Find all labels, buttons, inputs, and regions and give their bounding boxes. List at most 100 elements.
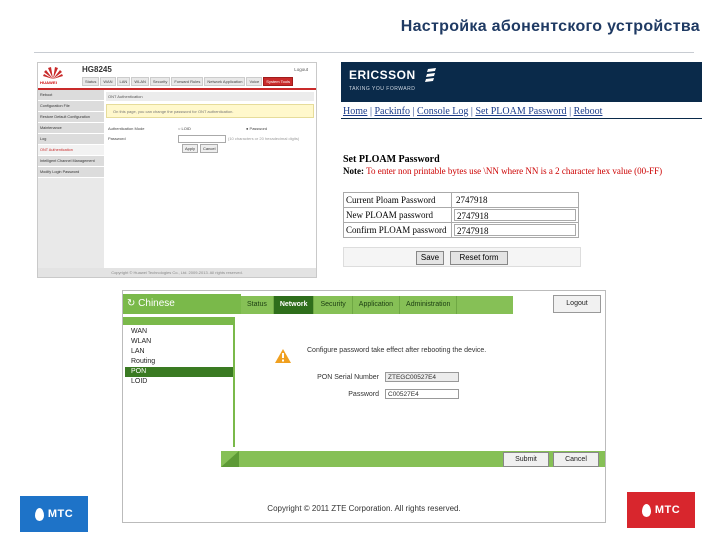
ericsson-nav-set-ploam[interactable]: Set PLOAM Password [475, 106, 566, 117]
zte-sidebar: WAN WLAN LAN Routing PON LOID [123, 317, 235, 447]
huawei-cancel-button[interactable]: Cancel [200, 144, 219, 153]
huawei-side-restore-default[interactable]: Restore Default Configuration [38, 112, 104, 123]
huawei-sidebar: Reboot Configuration File Restore Defaul… [38, 90, 104, 268]
zte-side-wan[interactable]: WAN [125, 327, 233, 337]
title-divider [34, 52, 694, 53]
mts-egg-icon [34, 507, 44, 521]
huawei-tab-security[interactable]: Security [149, 77, 171, 86]
huawei-mode-loid-radio[interactable]: ○ LOID [178, 126, 191, 131]
zte-tab-administration[interactable]: Administration [400, 296, 458, 314]
zte-tab-security[interactable]: Security [314, 296, 353, 314]
ericsson-tagline: TAKING YOU FORWARD [349, 86, 416, 92]
ericsson-save-button[interactable]: Save [416, 251, 444, 265]
ericsson-reset-button[interactable]: Reset form [450, 251, 508, 265]
ericsson-note-label: Note: [343, 166, 364, 176]
zte-password-input[interactable]: C00527E4 [385, 389, 459, 399]
zte-sidebar-header [123, 317, 235, 325]
ericsson-note-text: To enter non printable bytes use \NN whe… [364, 166, 663, 176]
zte-side-routing[interactable]: Routing [125, 357, 233, 367]
ericsson-nav-reboot[interactable]: Reboot [574, 106, 603, 117]
ericsson-mark-icon [425, 68, 436, 82]
ericsson-nav-home[interactable]: Home [343, 106, 367, 117]
huawei-password-label: Password [108, 136, 126, 141]
huawei-mode-label: Authentication Mode [108, 126, 145, 131]
zte-sidebar-border [233, 317, 235, 447]
table-row: Current Ploam Password 2747918 [343, 192, 579, 208]
mts-logo-left: МТС [20, 496, 88, 532]
zte-serial-label: PON Serial Number [317, 374, 379, 381]
zte-cancel-button[interactable]: Cancel [553, 452, 599, 467]
ericsson-confirm-label: Confirm PLOAM password [343, 222, 452, 238]
huawei-mode-password-radio[interactable]: ● Password [246, 126, 267, 131]
ericsson-nav-packinfo[interactable]: Packinfo [374, 106, 410, 117]
zte-logo-text: Chinese [138, 298, 175, 309]
huawei-side-reboot[interactable]: Reboot [38, 90, 104, 101]
huawei-side-log[interactable]: Log [38, 134, 104, 145]
ericsson-confirm-password-input[interactable]: 2747918 [454, 224, 576, 236]
zte-submit-button[interactable]: Submit [503, 452, 549, 467]
nav-separator: | [412, 106, 415, 117]
huawei-note: On this page, you can change the passwor… [106, 104, 314, 118]
huawei-side-maintenance[interactable]: Maintenance [38, 123, 104, 134]
ericsson-heading: Set PLOAM Password [343, 154, 440, 165]
huawei-tab-system-tools[interactable]: System Tools [263, 77, 293, 86]
zte-message: Configure password take effect after reb… [307, 347, 487, 354]
zte-tab-application[interactable]: Application [353, 296, 401, 314]
huawei-mode-loid-label: LOID [181, 126, 191, 131]
table-row: Confirm PLOAM password 2747918 [343, 222, 579, 238]
nav-separator: | [369, 106, 372, 117]
huawei-model: HG8245 [82, 65, 112, 74]
huawei-brand: HUAWEI [40, 80, 58, 85]
zte-tab-status[interactable]: Status [241, 296, 274, 314]
zte-side-pon[interactable]: PON [125, 367, 233, 377]
ericsson-button-bar: Save Reset form [343, 247, 581, 267]
zte-logo: ↻ Chinese [123, 294, 241, 314]
ericsson-confirm-cell: 2747918 [451, 222, 579, 238]
table-row: New PLOAM password 2747918 [343, 207, 579, 223]
ericsson-nav: Home | Packinfo | Console Log | Set PLOA… [343, 106, 602, 117]
huawei-tab-voice[interactable]: Voice [246, 77, 263, 86]
huawei-password-hint: (10 characters or 20 hexadecimal digits) [228, 136, 300, 141]
ericsson-new-password-input[interactable]: 2747918 [454, 209, 576, 221]
huawei-logo-icon [43, 67, 63, 79]
huawei-tab-wan[interactable]: WAN [100, 77, 116, 86]
zte-header: ↻ Chinese Status Network Security Applic… [123, 291, 605, 317]
huawei-side-ont-authentication[interactable]: ONT Authentication [38, 145, 104, 156]
mts-logo-right: МТС [627, 492, 695, 528]
huawei-content-title: ONT Authentication [106, 92, 314, 101]
huawei-side-intelligent-channel[interactable]: Intelligent Channel Management [38, 156, 104, 167]
zte-tab-network[interactable]: Network [273, 296, 315, 314]
ericsson-new-label: New PLOAM password [343, 207, 452, 223]
huawei-tab-network-application[interactable]: Network Application [204, 77, 246, 86]
ericsson-logo: ERICSSON [349, 68, 416, 82]
huawei-tab-forward-rules[interactable]: Forward Rules [171, 77, 204, 86]
huawei-password-input[interactable] [178, 135, 226, 143]
zte-side-lan[interactable]: LAN [125, 347, 233, 357]
ericsson-password-table: Current Ploam Password 2747918 New PLOAM… [343, 192, 579, 238]
huawei-footer: Copyright © Huawei Technologies Co., Ltd… [38, 268, 316, 277]
mts-logo-left-text: МТС [47, 508, 74, 520]
huawei-logout-link[interactable]: Logout [294, 67, 308, 72]
zte-logout-button[interactable]: Logout [553, 295, 601, 313]
mts-egg-icon [641, 503, 651, 517]
nav-separator: | [569, 106, 572, 117]
ericsson-nav-console-log[interactable]: Console Log [417, 106, 468, 117]
ericsson-current-cell: 2747918 [451, 192, 579, 208]
zte-side-loid[interactable]: LOID [125, 377, 233, 387]
huawei-tab-status[interactable]: Status [82, 77, 100, 86]
huawei-tab-wlan[interactable]: WLAN [131, 77, 149, 86]
huawei-side-modify-password[interactable]: Modify Login Password [38, 167, 104, 178]
huawei-tab-lan[interactable]: LAN [116, 77, 131, 86]
zte-side-wlan[interactable]: WLAN [125, 337, 233, 347]
huawei-mode-row: Authentication Mode ○ LOID ● Password [106, 124, 314, 134]
zte-serial-field: ZTEGC00527E4 [385, 372, 459, 382]
mts-logo-right-text: МТС [654, 504, 681, 516]
huawei-apply-button[interactable]: Apply [182, 144, 199, 153]
zte-password-label: Password [348, 391, 379, 398]
zte-screenshot: ↻ Chinese Status Network Security Applic… [122, 290, 606, 523]
huawei-content: ONT Authentication On this page, you can… [104, 90, 316, 268]
huawei-side-configuration-file[interactable]: Configuration File [38, 101, 104, 112]
huawei-mode-password-label: Password [249, 126, 268, 131]
ericsson-current-label: Current Ploam Password [343, 192, 452, 208]
zte-bar-wedge [221, 451, 239, 467]
